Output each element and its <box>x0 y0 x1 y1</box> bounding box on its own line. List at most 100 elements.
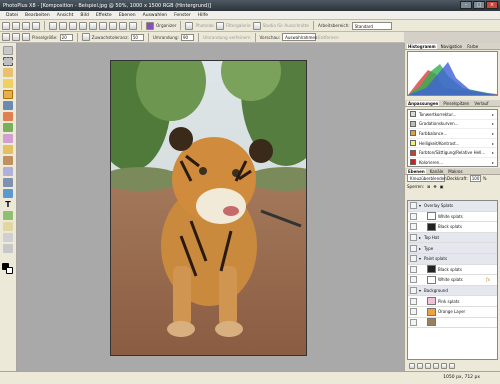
sponge-tool-icon[interactable] <box>3 178 13 187</box>
background-color-swatch[interactable] <box>6 267 13 274</box>
visibility-icon[interactable] <box>410 202 417 210</box>
adjustment-layer-icon[interactable] <box>425 362 431 369</box>
umrandung-input[interactable]: 90 <box>180 33 194 41</box>
magic-wand-tool-icon[interactable] <box>3 79 13 88</box>
layer-row[interactable]: Pink splats <box>408 296 497 307</box>
pen-tool-icon[interactable] <box>3 189 13 198</box>
menu-auswahlen[interactable]: Auswahlen <box>143 13 167 18</box>
tab-pinselspitzen[interactable]: Pinselspitzen <box>442 101 470 106</box>
fx-icon[interactable] <box>441 362 447 369</box>
menu-hilfe[interactable]: Hilfe <box>198 13 208 18</box>
tab-kanaele[interactable]: Kanäle <box>429 169 445 174</box>
lock-transparency-icon[interactable]: ▣ <box>440 184 444 189</box>
tab-histogramm[interactable]: Histogramm <box>407 43 437 49</box>
lasso-tool-icon[interactable] <box>3 68 13 77</box>
undo-icon[interactable] <box>49 21 57 30</box>
photolab-button[interactable]: Photolab <box>195 23 213 28</box>
layer-row[interactable]: Black splats <box>408 222 497 233</box>
marquee-tool-icon[interactable] <box>3 57 13 66</box>
visibility-icon[interactable] <box>410 318 417 326</box>
brush-tool-icon[interactable] <box>3 112 13 121</box>
visibility-icon[interactable] <box>410 212 417 220</box>
adjustment-item[interactable]: Tonwertkorrektur... ▸ <box>408 110 497 120</box>
new-layer-icon[interactable] <box>409 362 415 369</box>
layer-row[interactable]: White splats <box>408 212 497 223</box>
visibility-icon[interactable] <box>410 234 417 242</box>
visibility-icon[interactable] <box>410 244 417 252</box>
save-icon[interactable] <box>22 21 30 30</box>
dodge-tool-icon[interactable] <box>3 167 13 176</box>
text-tool-icon[interactable]: T <box>3 200 13 209</box>
copy-icon[interactable] <box>79 21 87 30</box>
entfernen-button[interactable]: Entfernen <box>318 35 339 40</box>
mask-icon[interactable] <box>433 362 439 369</box>
lock-position-icon[interactable]: ✥ <box>433 184 436 189</box>
arbeitsbereich-select[interactable]: Standard <box>351 21 392 30</box>
visibility-icon[interactable] <box>410 276 417 284</box>
delete-layer-icon[interactable] <box>449 362 455 369</box>
layer-group[interactable]: ▾ Paint splats <box>408 253 497 265</box>
studio-icon[interactable] <box>252 21 261 30</box>
visibility-icon[interactable] <box>410 287 417 295</box>
visibility-icon[interactable] <box>410 297 417 305</box>
selection-brush-tool-icon[interactable] <box>3 90 13 99</box>
new-file-icon[interactable] <box>2 21 10 30</box>
fill-tool-icon[interactable] <box>3 145 13 154</box>
visibility-icon[interactable] <box>410 265 417 273</box>
layer-group[interactable]: ▸ Top Hat <box>408 232 497 244</box>
print-icon[interactable] <box>32 21 40 30</box>
arrow-right-icon[interactable]: ▸ <box>492 121 494 126</box>
cut-icon[interactable] <box>69 21 77 30</box>
snap-icon[interactable] <box>81 33 90 41</box>
menu-datei[interactable]: Datei <box>6 13 18 18</box>
layer-group[interactable]: ▾ Background <box>408 285 497 297</box>
arrow-right-icon[interactable]: ▸ <box>492 131 494 136</box>
layer-row[interactable]: White splats ƒx <box>408 275 497 286</box>
tab-verlauf[interactable]: Verlauf <box>473 101 489 106</box>
visibility-icon[interactable] <box>410 255 417 263</box>
menu-ebenen[interactable]: Ebenen <box>119 13 136 18</box>
redo-icon[interactable] <box>59 21 67 30</box>
tab-anpassungen[interactable]: Anpassungen <box>407 100 440 106</box>
organizer-button[interactable]: Organizer <box>156 23 176 28</box>
maximize-button[interactable]: □ <box>473 1 485 9</box>
menu-effekte[interactable]: Effekte <box>96 13 112 18</box>
arrow-right-icon[interactable]: ▸ <box>492 112 494 117</box>
arrow-right-icon[interactable]: ▸ <box>492 150 494 155</box>
menu-bild[interactable]: Bild <box>80 13 88 18</box>
pinselgroesse-input[interactable]: 20 <box>59 33 73 41</box>
visibility-icon[interactable] <box>410 308 417 316</box>
layer-group[interactable]: ▸ Type <box>408 243 497 254</box>
zoom-tool-icon[interactable] <box>3 233 13 242</box>
vorschau-select[interactable]: Auswahlrahmen <box>282 33 317 41</box>
tab-navigation[interactable]: Navigation <box>440 44 464 49</box>
adjustment-item[interactable]: Helligkeit/Kontrast... ▸ <box>408 139 497 149</box>
move-tool-icon[interactable] <box>3 46 13 55</box>
filtergalerie-icon[interactable] <box>215 21 224 30</box>
add-selection-icon[interactable] <box>12 33 20 41</box>
filtergalerie-button[interactable]: Filtergalerie <box>226 23 251 28</box>
zuwachs-input[interactable]: 50 <box>130 33 144 41</box>
blend-mode-select[interactable]: Kreuzüberblenden <box>407 174 447 182</box>
document-image[interactable] <box>110 60 307 356</box>
paste-icon[interactable] <box>89 21 97 30</box>
effects-icon[interactable]: ƒx <box>486 277 490 282</box>
minimize-button[interactable]: – <box>460 1 472 9</box>
menu-bearbeiten[interactable]: Bearbeiten <box>25 13 50 18</box>
crop-tool-icon[interactable] <box>3 101 13 110</box>
organizer-icon[interactable] <box>146 21 154 30</box>
rotate-right-icon[interactable] <box>109 21 117 30</box>
adjustment-item[interactable]: Gradationskurven... ▸ <box>408 120 497 130</box>
layer-row[interactable]: Orange Layer <box>408 307 497 318</box>
new-group-icon[interactable] <box>417 362 423 369</box>
clone-tool-icon[interactable] <box>3 123 13 132</box>
smudge-tool-icon[interactable] <box>3 156 13 165</box>
arrow-right-icon[interactable]: ▸ <box>492 160 494 165</box>
layer-row[interactable]: Black splats <box>408 265 497 276</box>
rotate-left-icon[interactable] <box>99 21 107 30</box>
photolab-icon[interactable] <box>185 21 194 30</box>
adjustment-item[interactable]: Farbton/Sättigung/Relative Hell... ▸ <box>408 148 497 158</box>
tab-ebenen[interactable]: Ebenen <box>407 168 426 174</box>
selection-brush-icon[interactable] <box>2 33 10 41</box>
tab-farbe[interactable]: Farbe <box>466 44 479 49</box>
